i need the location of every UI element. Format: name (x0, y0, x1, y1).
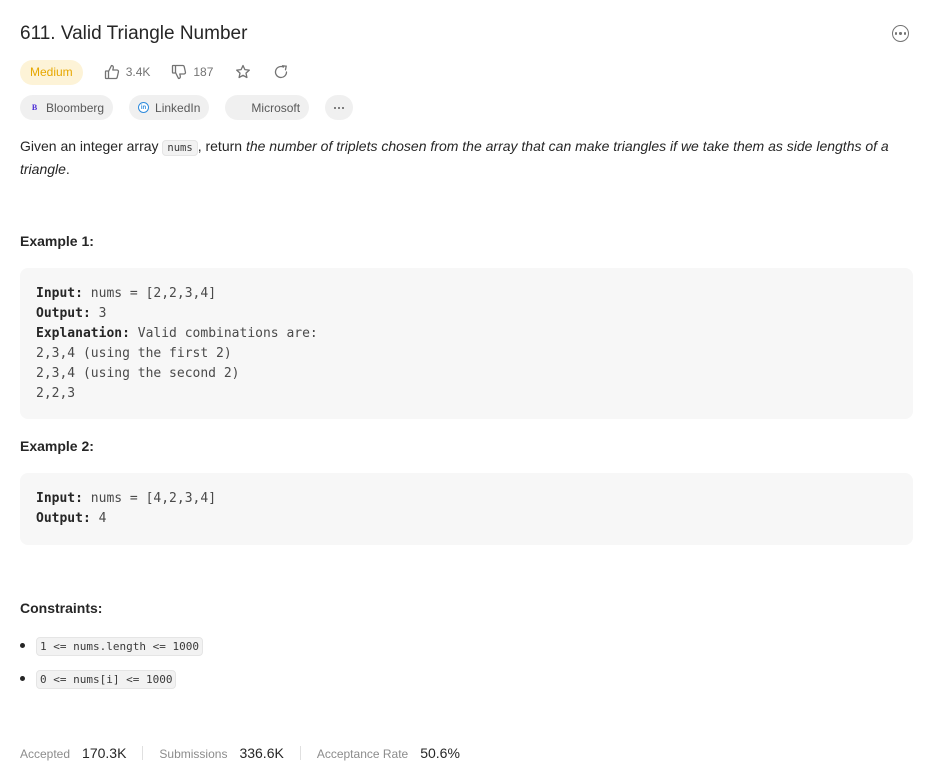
bloomberg-logo: B (31, 103, 38, 112)
problem-title: 611. Valid Triangle Number (20, 23, 248, 44)
bullet (20, 675, 25, 681)
constraint-code: 1 <= nums.length <= 1000 (36, 637, 203, 656)
stat-submissions: Submissions 336.6K (159, 745, 283, 761)
difficulty-badge[interactable]: Medium (20, 59, 83, 85)
input-value: nums = [2,2,3,4] (82, 286, 217, 301)
favorite-button[interactable] (235, 64, 251, 80)
tag-linkedin[interactable]: in LinkedIn (129, 95, 210, 120)
stat-acceptance-rate: Acceptance Rate 50.6% (317, 745, 460, 761)
output-value: 4 (90, 511, 107, 526)
stat-value: 50.6% (420, 745, 460, 761)
input-value: nums = [4,2,3,4] (82, 491, 217, 506)
example-2-block: Input: nums = [4,2,3,4] Output: 4 (20, 473, 913, 545)
share-button[interactable] (273, 64, 289, 80)
desc-text: Given an integer array (20, 138, 163, 154)
stat-value: 170.3K (82, 745, 127, 761)
stat-accepted: Accepted 170.3K (20, 745, 126, 761)
bullet (20, 642, 25, 648)
constraint-code: 0 <= nums[i] <= 1000 (36, 670, 177, 689)
more-options-icon[interactable] (892, 25, 909, 42)
tag-bloomberg[interactable]: B Bloomberg (20, 95, 114, 120)
more-tags-button[interactable] (325, 95, 354, 120)
divider (142, 746, 144, 760)
stat-label: Submissions (159, 747, 228, 761)
input-label: Input: (36, 491, 83, 506)
dislike-button[interactable]: 187 (171, 64, 213, 80)
output-label: Output: (36, 511, 91, 526)
explanation-line: 2,2,3 (36, 386, 76, 401)
ellipsis-icon (333, 106, 345, 109)
desc-text: , return (197, 138, 246, 154)
stats-bar: Accepted 170.3K Submissions 336.6K Accep… (20, 744, 460, 762)
constraint-item: 1 <= nums.length <= 1000 (20, 637, 203, 656)
example-1-title: Example 1: (20, 233, 94, 249)
linkedin-logo: in (138, 102, 150, 113)
thumbs-down-icon (172, 64, 187, 80)
constraints-title: Constraints: (20, 600, 103, 616)
tag-label: Bloomberg (46, 100, 105, 115)
example-1-block: Input: nums = [2,2,3,4] Output: 3 Explan… (20, 268, 913, 419)
microsoft-logo (234, 102, 245, 113)
example-2-title: Example 2: (20, 438, 94, 454)
constraint-item: 0 <= nums[i] <= 1000 (20, 670, 177, 689)
tag-label: LinkedIn (155, 100, 201, 115)
share-icon (275, 65, 288, 79)
dislike-count: 187 (193, 65, 214, 79)
stat-label: Accepted (20, 747, 71, 761)
company-tags: B Bloomberg in LinkedIn Microsoft (20, 95, 369, 120)
meta-row: Medium 3.4K 187 (20, 59, 289, 85)
explanation-line: 2,3,4 (using the first 2) (36, 346, 232, 361)
stat-value: 336.6K (239, 745, 284, 761)
tag-label: Microsoft (251, 100, 301, 115)
inline-code: nums (162, 140, 198, 156)
thumbs-up-icon (104, 64, 119, 80)
explanation-line: 2,3,4 (using the second 2) (36, 366, 240, 381)
explanation-value: Valid combinations are: (129, 326, 326, 341)
problem-description: Given an integer array nums, return the … (20, 136, 915, 180)
like-count: 3.4K (125, 65, 151, 79)
input-label: Input: (36, 286, 83, 301)
tag-microsoft[interactable]: Microsoft (225, 95, 310, 120)
desc-text: . (65, 161, 70, 177)
divider (299, 746, 301, 760)
output-value: 3 (90, 306, 107, 321)
explanation-label: Explanation: (36, 326, 130, 341)
title-row: 611. Valid Triangle Number (20, 22, 913, 48)
like-button[interactable]: 3.4K (104, 64, 151, 80)
star-icon (236, 64, 251, 79)
stat-label: Acceptance Rate (316, 747, 409, 761)
output-label: Output: (36, 306, 91, 321)
